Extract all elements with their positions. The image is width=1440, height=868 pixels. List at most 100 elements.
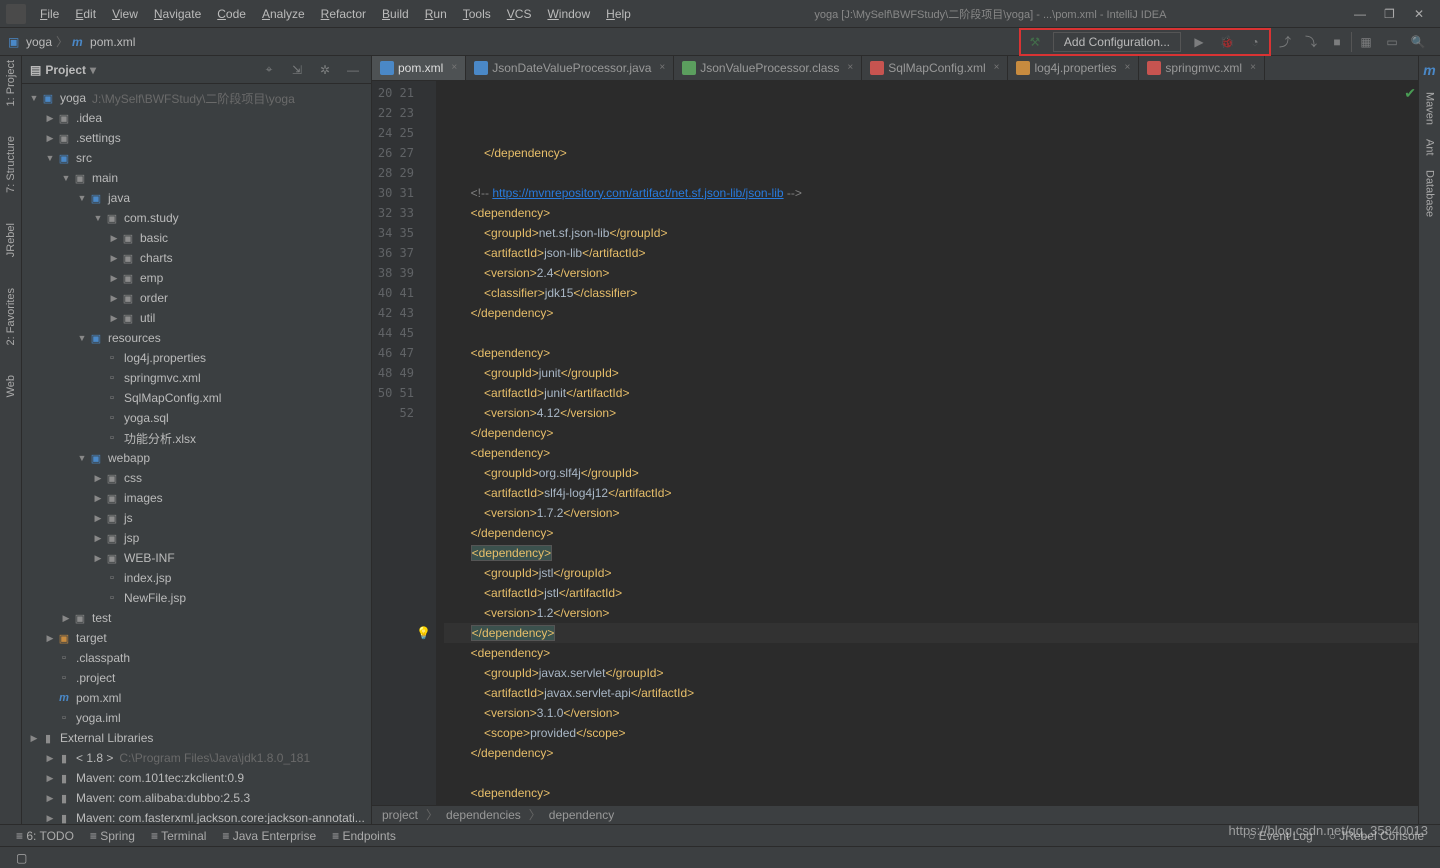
tool-window-quick-access-icon[interactable]: ▢ bbox=[8, 851, 35, 865]
stop-icon[interactable]: ■ bbox=[1327, 32, 1347, 52]
tool-window-web[interactable]: Web bbox=[5, 375, 17, 397]
menu-window[interactable]: Window bbox=[539, 7, 598, 21]
tool-window-ant[interactable]: Ant bbox=[1424, 139, 1436, 156]
editor-tab[interactable]: JsonDateValueProcessor.java× bbox=[466, 56, 674, 80]
editor-crumb[interactable]: dependencies bbox=[446, 808, 521, 822]
tab-close-icon[interactable]: × bbox=[847, 62, 853, 73]
menu-view[interactable]: View bbox=[104, 7, 146, 21]
tree-item[interactable]: ▶▣basic bbox=[22, 228, 371, 248]
menu-run[interactable]: Run bbox=[417, 7, 455, 21]
tree-item[interactable]: ▫.project bbox=[22, 668, 371, 688]
project-structure-icon[interactable]: ▦ bbox=[1356, 32, 1376, 52]
tab-close-icon[interactable]: × bbox=[451, 62, 457, 73]
attach-icon[interactable]: ⤵ bbox=[1301, 32, 1321, 52]
tool-window-spring[interactable]: ≡ Spring bbox=[82, 829, 143, 843]
tree-item[interactable]: ▶▣charts bbox=[22, 248, 371, 268]
coverage-icon[interactable]: ◔ bbox=[1245, 32, 1265, 52]
menu-code[interactable]: Code bbox=[209, 7, 254, 21]
tree-item[interactable]: ▼▣webapp bbox=[22, 448, 371, 468]
editor-crumb[interactable]: dependency bbox=[549, 808, 614, 822]
tree-item[interactable]: ▶▣util bbox=[22, 308, 371, 328]
tree-item[interactable]: ▶▣images bbox=[22, 488, 371, 508]
tool-window-todo[interactable]: ≡ 6: TODO bbox=[8, 829, 82, 843]
tree-item[interactable]: ▼▣resources bbox=[22, 328, 371, 348]
profiler-icon[interactable]: ⤴ bbox=[1275, 32, 1295, 52]
tree-item[interactable]: ▶▮Maven: com.fasterxml.jackson.core:jack… bbox=[22, 808, 371, 824]
tool-window-maven[interactable]: Maven bbox=[1424, 92, 1436, 125]
tree-item[interactable]: ▶▣target bbox=[22, 628, 371, 648]
editor-tab[interactable]: springmvc.xml× bbox=[1139, 56, 1265, 80]
project-tree[interactable]: ▼▣yogaJ:\MySelf\BWFStudy\二阶段项目\yoga▶▣.id… bbox=[22, 84, 371, 824]
minimize-icon[interactable]: — bbox=[1354, 7, 1368, 21]
expand-icon[interactable]: ⇲ bbox=[287, 60, 307, 80]
tool-window-jrebel[interactable]: JRebel bbox=[5, 223, 17, 257]
locate-icon[interactable]: ⌖ bbox=[259, 60, 279, 80]
intention-bulb-icon[interactable]: 💡 bbox=[416, 623, 431, 643]
settings-gear-icon[interactable]: ✲ bbox=[315, 60, 335, 80]
tree-item[interactable]: ▫yoga.iml bbox=[22, 708, 371, 728]
tree-item[interactable]: ▫log4j.properties bbox=[22, 348, 371, 368]
tab-close-icon[interactable]: × bbox=[994, 62, 1000, 73]
breadcrumb-file[interactable]: pom.xml bbox=[90, 35, 135, 49]
tree-item[interactable]: ▶▮Maven: com.alibaba:dubbo:2.5.3 bbox=[22, 788, 371, 808]
tree-item[interactable]: mpom.xml bbox=[22, 688, 371, 708]
tool-window-favorites[interactable]: 2: Favorites bbox=[5, 288, 17, 345]
maven-tool-icon[interactable]: m bbox=[1423, 62, 1435, 78]
tree-item[interactable]: ▶▣test bbox=[22, 608, 371, 628]
menu-vcs[interactable]: VCS bbox=[499, 7, 540, 21]
project-view-title[interactable]: Project bbox=[45, 63, 86, 77]
tree-item[interactable]: ▶▣.settings bbox=[22, 128, 371, 148]
tree-item[interactable]: ▼▣yogaJ:\MySelf\BWFStudy\二阶段项目\yoga bbox=[22, 88, 371, 108]
menu-file[interactable]: File bbox=[32, 7, 67, 21]
tool-window-terminal[interactable]: ≡ Terminal bbox=[143, 829, 214, 843]
tool-window-structure[interactable]: 7: Structure bbox=[5, 136, 17, 193]
tree-item[interactable]: ▶▣WEB-INF bbox=[22, 548, 371, 568]
ide-settings-icon[interactable]: ▭ bbox=[1382, 32, 1402, 52]
menu-analyze[interactable]: Analyze bbox=[254, 7, 313, 21]
add-configuration-button[interactable]: Add Configuration... bbox=[1053, 32, 1181, 52]
dropdown-arrow-icon[interactable]: ▾ bbox=[90, 63, 96, 77]
tree-item[interactable]: ▶▮Maven: com.101tec:zkclient:0.9 bbox=[22, 768, 371, 788]
hide-icon[interactable]: — bbox=[343, 60, 363, 80]
editor-tab[interactable]: SqlMapConfig.xml× bbox=[862, 56, 1008, 80]
tree-item[interactable]: ▶▣jsp bbox=[22, 528, 371, 548]
tree-item[interactable]: ▼▣java bbox=[22, 188, 371, 208]
editor-crumb[interactable]: project bbox=[382, 808, 418, 822]
menu-help[interactable]: Help bbox=[598, 7, 639, 21]
tool-window-database[interactable]: Database bbox=[1424, 170, 1436, 217]
tree-item[interactable]: ▼▣main bbox=[22, 168, 371, 188]
tree-item[interactable]: ▶▣emp bbox=[22, 268, 371, 288]
editor-tab[interactable]: pom.xml× bbox=[372, 56, 466, 80]
tree-item[interactable]: ▼▣src bbox=[22, 148, 371, 168]
breadcrumb-project[interactable]: yoga bbox=[26, 35, 52, 49]
menu-edit[interactable]: Edit bbox=[67, 7, 104, 21]
tree-item[interactable]: ▶▣.idea bbox=[22, 108, 371, 128]
menu-navigate[interactable]: Navigate bbox=[146, 7, 209, 21]
editor-tab[interactable]: JsonValueProcessor.class× bbox=[674, 56, 862, 80]
editor[interactable]: 20 21 22 23 24 25 26 27 28 29 30 31 32 3… bbox=[372, 81, 1418, 805]
menu-refactor[interactable]: Refactor bbox=[313, 7, 374, 21]
tree-item[interactable]: ▫springmvc.xml bbox=[22, 368, 371, 388]
tree-item[interactable]: ▫NewFile.jsp bbox=[22, 588, 371, 608]
run-icon[interactable]: ▶ bbox=[1189, 32, 1209, 52]
search-everywhere-icon[interactable]: 🔍 bbox=[1408, 32, 1428, 52]
menu-build[interactable]: Build bbox=[374, 7, 417, 21]
tree-item[interactable]: ▫index.jsp bbox=[22, 568, 371, 588]
menu-tools[interactable]: Tools bbox=[455, 7, 499, 21]
close-icon[interactable]: ✕ bbox=[1414, 7, 1428, 21]
code-content[interactable]: ✔ </dependency> <!-- https://mvnreposito… bbox=[436, 81, 1418, 805]
tool-window-endpoints[interactable]: ≡ Endpoints bbox=[324, 829, 404, 843]
tree-item[interactable]: ▫功能分析.xlsx bbox=[22, 428, 371, 448]
maximize-icon[interactable]: ❐ bbox=[1384, 7, 1398, 21]
tree-item[interactable]: ▶▣order bbox=[22, 288, 371, 308]
tab-close-icon[interactable]: × bbox=[1250, 62, 1256, 73]
tab-close-icon[interactable]: × bbox=[1125, 62, 1131, 73]
tree-item[interactable]: ▫SqlMapConfig.xml bbox=[22, 388, 371, 408]
tree-item[interactable]: ▶▣css bbox=[22, 468, 371, 488]
tab-close-icon[interactable]: × bbox=[659, 62, 665, 73]
tool-window-javaenterprise[interactable]: ≡ Java Enterprise bbox=[214, 829, 324, 843]
tool-window-project[interactable]: 1: Project bbox=[5, 60, 17, 106]
tree-item[interactable]: ▶▣js bbox=[22, 508, 371, 528]
tree-item[interactable]: ▫yoga.sql bbox=[22, 408, 371, 428]
tree-item[interactable]: ▶▮< 1.8 >C:\Program Files\Java\jdk1.8.0_… bbox=[22, 748, 371, 768]
